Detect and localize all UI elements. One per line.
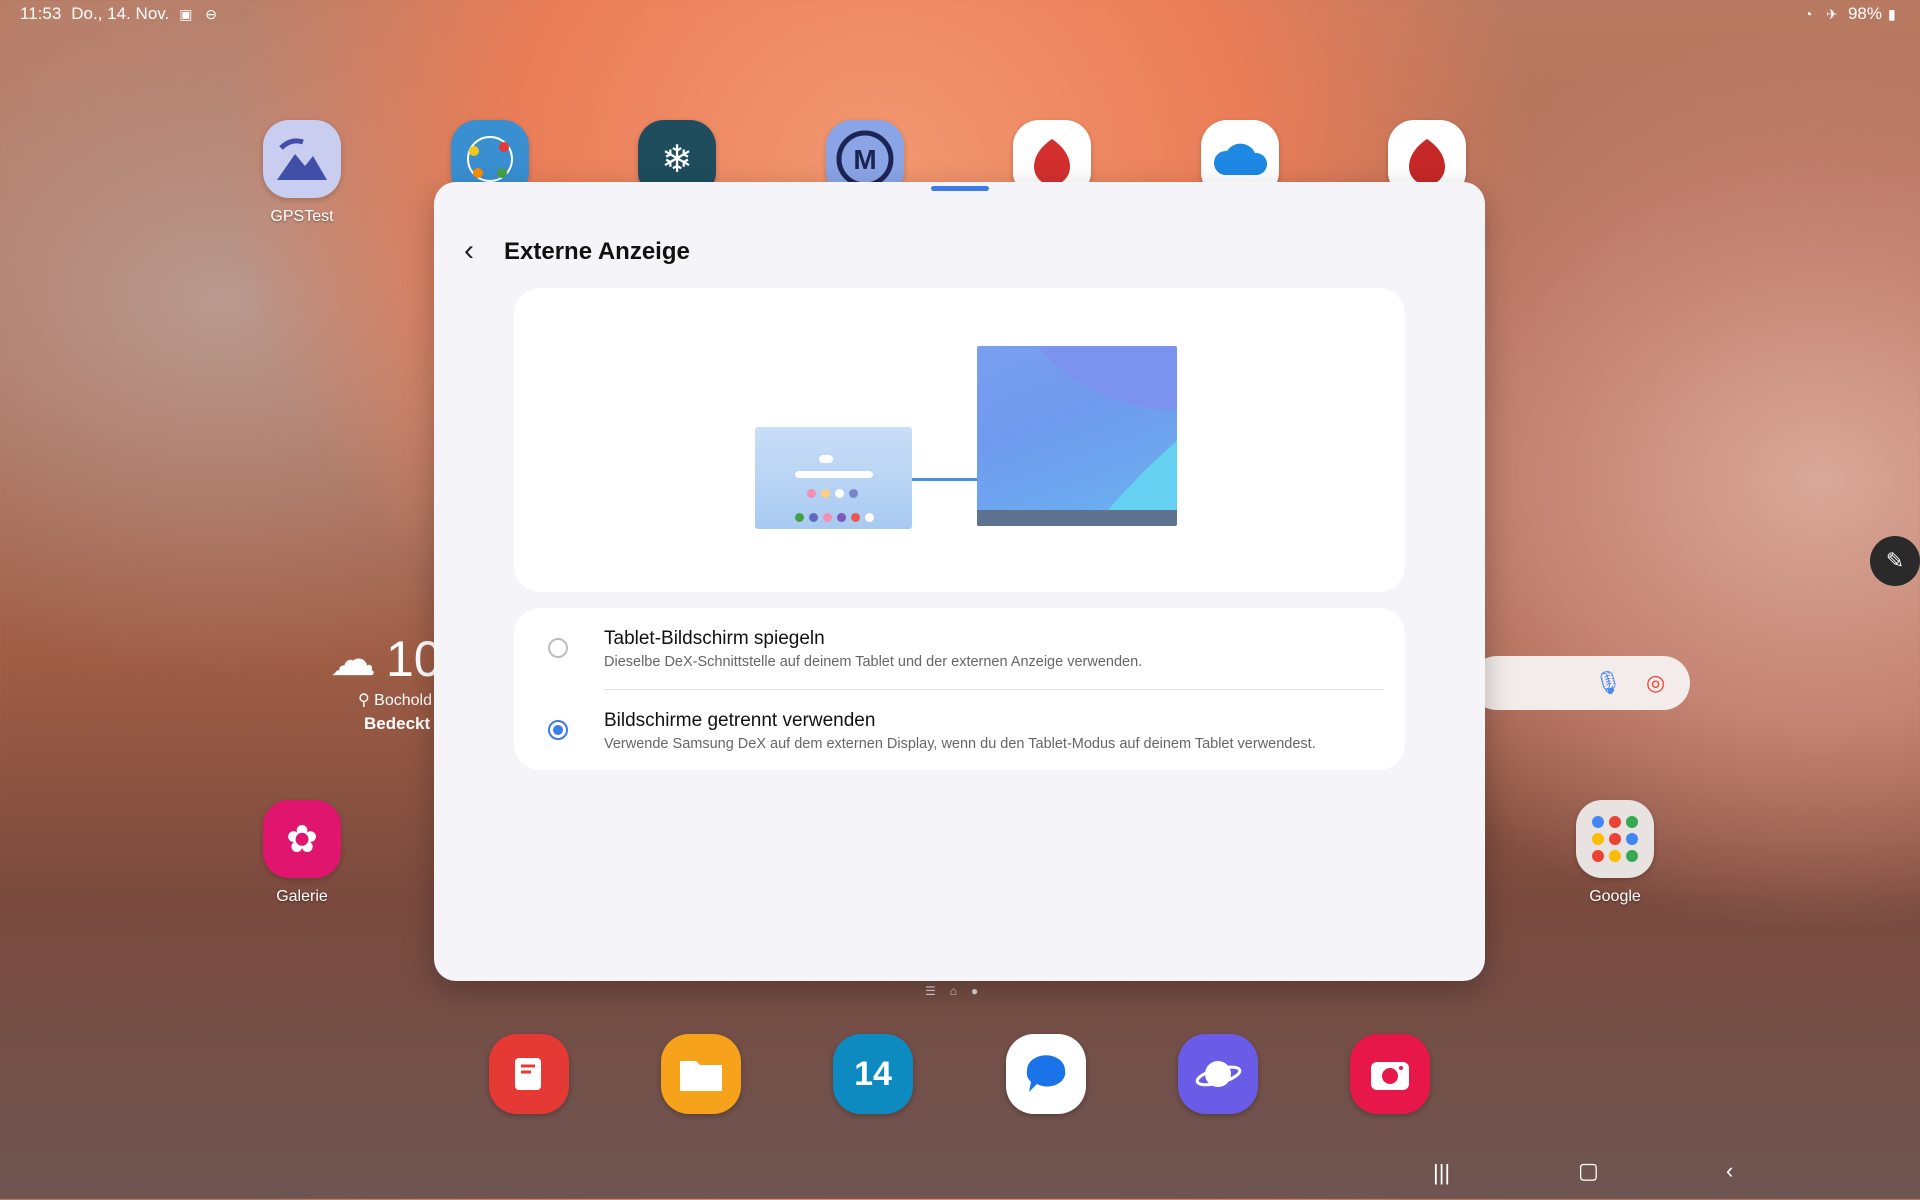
recent-apps-icon[interactable]: ||| <box>1433 1160 1450 1186</box>
dialog-title: Externe Anzeige <box>504 238 690 265</box>
option-mirror-screen[interactable]: Tablet-Bildschirm spiegeln Dieselbe DeX-… <box>514 608 1405 688</box>
drag-handle[interactable] <box>931 186 989 191</box>
option-separate-screens[interactable]: Bildschirme getrennt verwenden Verwende … <box>514 690 1405 770</box>
list-page-icon: ☰ <box>925 984 936 998</box>
google-search-bar[interactable]: 🎙 ◎ <box>1470 656 1690 710</box>
monitor-illustration <box>977 346 1177 526</box>
radio-mirror[interactable] <box>548 638 568 658</box>
display-mode-options: Tablet-Bildschirm spiegeln Dieselbe DeX-… <box>514 608 1405 770</box>
page-dot: ● <box>971 984 979 998</box>
weather-location: Bochold <box>374 692 432 709</box>
page-indicator[interactable]: ☰ ⌂ ● <box>925 984 978 998</box>
weather-widget[interactable]: ☁ 10 ⚲ Bochold Bedeckt <box>330 630 442 734</box>
calendar-icon[interactable]: 14 <box>833 1034 913 1114</box>
camera-icon[interactable] <box>1350 1034 1430 1114</box>
radio-separate[interactable] <box>548 720 568 740</box>
internet-planet-icon[interactable] <box>1178 1034 1258 1114</box>
cable-illustration <box>912 478 978 481</box>
image-notification-icon: ▣ <box>179 6 193 22</box>
wifi-icon: ◔ <box>1803 6 1813 22</box>
gps-mountain-icon <box>263 120 341 198</box>
google-lens-icon[interactable]: ◎ <box>1646 670 1665 696</box>
google-folder-icon <box>1576 800 1654 878</box>
status-date: Do., 14. Nov. <box>71 4 170 23</box>
back-arrow-icon[interactable]: ‹ <box>464 236 474 266</box>
folder-icon[interactable] <box>661 1034 741 1114</box>
battery-icon: ▮ <box>1888 6 1896 22</box>
cloud-icon: ☁ <box>330 633 376 685</box>
location-pin-icon: ⚲ <box>358 692 370 709</box>
pencil-icon[interactable]: ✎ <box>1870 536 1920 586</box>
notes-icon[interactable] <box>489 1034 569 1114</box>
weather-condition: Bedeckt <box>364 714 431 733</box>
status-bar: 11:53 Do., 14. Nov. ▣ ⊖ ◔ ✈ 98% ▮ <box>0 0 1920 28</box>
gallery-flower-icon: ✿ <box>263 800 341 878</box>
app-gpstest[interactable]: GPSTest <box>242 120 362 226</box>
external-display-dialog: ‹ Externe Anzeige Tablet-Bildschirm spie… <box>434 182 1485 981</box>
home-page-icon: ⌂ <box>949 984 958 998</box>
svg-text:M: M <box>853 144 876 175</box>
home-icon[interactable]: ▢ <box>1578 1158 1599 1184</box>
app-google-folder[interactable]: Google <box>1555 800 1675 906</box>
airplane-icon: ✈ <box>1825 6 1838 22</box>
navigation-bar: ||| ▢ ‹ <box>0 1158 1920 1200</box>
tablet-illustration <box>755 427 912 529</box>
illustration-card <box>514 288 1405 592</box>
microphone-icon[interactable]: 🎙 <box>1594 670 1622 696</box>
messages-icon[interactable] <box>1006 1034 1086 1114</box>
back-icon[interactable]: ‹ <box>1726 1158 1733 1184</box>
battery-percent: 98% <box>1847 4 1882 23</box>
status-time: 11:53 <box>20 4 62 23</box>
app-gallery[interactable]: ✿ Galerie <box>242 800 362 906</box>
do-not-disturb-icon: ⊖ <box>205 6 217 22</box>
